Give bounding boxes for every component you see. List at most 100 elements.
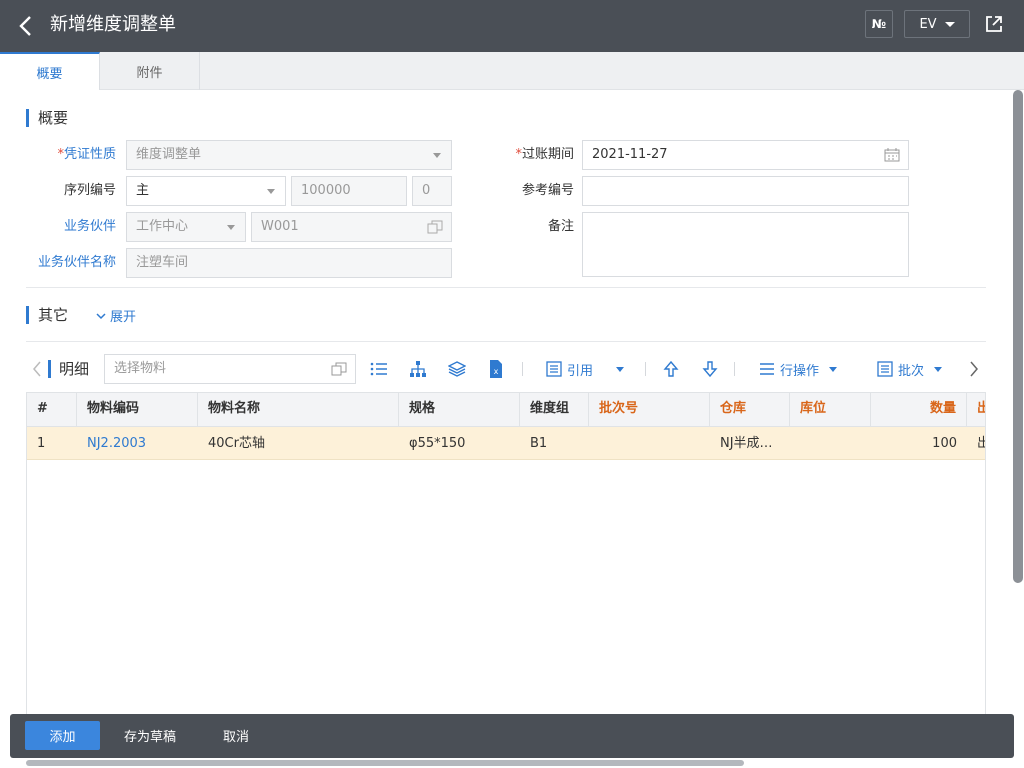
chevron-right-icon[interactable] <box>969 361 979 377</box>
numbering-button[interactable]: № <box>865 10 893 38</box>
toolbar-separator <box>522 362 523 376</box>
page-title: 新增维度调整单 <box>50 14 176 35</box>
list-icon[interactable] <box>370 360 388 378</box>
voucher-type-select[interactable]: 维度调整单 <box>126 140 452 170</box>
tab-bar: 概要 附件 <box>0 52 1024 90</box>
serial-suffix-input[interactable]: 0 <box>412 176 452 206</box>
column-header-quantity[interactable]: 数量 <box>871 393 967 427</box>
section-title-overview: 概要 <box>26 109 68 127</box>
chevron-left-icon[interactable] <box>32 361 42 377</box>
posting-period-label: *过账期间 <box>490 140 574 170</box>
divider <box>26 341 986 342</box>
vertical-scrollbar[interactable] <box>1013 90 1023 583</box>
chevron-down-icon <box>944 21 955 27</box>
partner-code-input[interactable]: W001 <box>251 212 452 242</box>
back-arrow-icon[interactable] <box>14 12 38 40</box>
detail-grid: # 物料编码 物料名称 规格 维度组 批次号 仓库 库位 数量 出 1 NJ2.… <box>26 392 986 722</box>
cancel-button[interactable]: 取消 <box>210 721 262 750</box>
column-header-location[interactable]: 库位 <box>790 393 871 427</box>
partner-name-input[interactable]: 注塑车间 <box>126 248 452 278</box>
posting-period-value: 2021-11-27 <box>592 147 668 162</box>
column-header-index[interactable]: # <box>27 393 77 427</box>
row-dimension-group: B1 <box>530 436 548 451</box>
chevron-down-icon <box>227 225 235 230</box>
posting-period-label-text: 过账期间 <box>521 147 574 162</box>
row-index: 1 <box>37 436 46 451</box>
voucher-type-label: *凭证性质 <box>30 140 116 170</box>
remark-textarea[interactable] <box>582 212 909 277</box>
voucher-type-label-text: 凭证性质 <box>63 147 116 162</box>
batch-button[interactable]: 批次 <box>877 352 943 386</box>
title-bar: 新增维度调整单 № EV <box>0 0 1024 52</box>
column-header-material-code[interactable]: 物料编码 <box>77 393 198 427</box>
material-search-placeholder: 选择物料 <box>114 361 167 376</box>
row-quantity[interactable]: 100 <box>871 427 967 460</box>
tab-attachments[interactable]: 附件 <box>100 52 200 90</box>
voucher-type-value: 维度调整单 <box>136 147 202 162</box>
chevron-down-icon <box>267 189 275 194</box>
partner-code-placeholder: W001 <box>261 219 299 234</box>
row-material-code[interactable]: NJ2.2003 <box>77 427 198 460</box>
hierarchy-icon[interactable] <box>409 360 427 378</box>
move-up-icon[interactable] <box>662 360 680 378</box>
document-icon <box>546 361 562 377</box>
column-header-warehouse[interactable]: 仓库 <box>710 393 790 427</box>
detail-title: 明细 <box>48 360 89 378</box>
horizontal-scrollbar[interactable] <box>26 760 744 766</box>
copy-icon[interactable] <box>427 220 443 234</box>
row-operations-label: 行操作 <box>780 363 820 379</box>
table-row[interactable]: 1 NJ2.2003 40Cr芯轴 φ55*150 B1 NJ半成… 100 出 <box>27 427 985 460</box>
column-header-spec[interactable]: 规格 <box>399 393 520 427</box>
row-spec: φ55*150 <box>409 436 466 451</box>
posting-period-date-input[interactable]: 2021-11-27 <box>582 140 909 170</box>
tab-overview[interactable]: 概要 <box>0 52 100 90</box>
serial-number-input[interactable]: 100000 <box>291 176 407 206</box>
ev-label: EV <box>919 16 937 32</box>
cite-button[interactable]: 引用 <box>546 352 593 386</box>
toolbar-separator <box>645 362 646 376</box>
document-icon <box>877 361 893 377</box>
toolbar-separator <box>734 362 735 376</box>
chevron-down-icon <box>616 366 624 372</box>
chevron-down-icon <box>96 312 106 319</box>
row-batch[interactable] <box>589 427 710 460</box>
column-header-out[interactable]: 出 <box>967 393 985 427</box>
remark-label: 备注 <box>547 219 574 234</box>
share-export-icon[interactable] <box>984 14 1004 34</box>
row-out: 出 <box>967 427 985 460</box>
serial-series-select[interactable]: 主 <box>126 176 286 206</box>
save-draft-button[interactable]: 存为草稿 <box>115 721 185 750</box>
excel-icon[interactable]: x <box>489 359 503 379</box>
chevron-down-icon <box>829 366 838 372</box>
row-location[interactable] <box>790 427 871 460</box>
ev-dropdown-button[interactable]: EV <box>904 10 970 38</box>
menu-icon <box>760 363 774 375</box>
action-bar: 添加 存为草稿 取消 <box>10 714 1014 758</box>
partner-type-select[interactable]: 工作中心 <box>126 212 246 242</box>
chevron-down-icon <box>934 366 943 372</box>
grid-header: # 物料编码 物料名称 规格 维度组 批次号 仓库 库位 数量 出 <box>27 393 985 427</box>
serial-series-value: 主 <box>136 183 150 198</box>
divider <box>26 287 986 288</box>
partner-name-label: 业务伙伴名称 <box>37 255 116 270</box>
copy-icon[interactable] <box>331 362 347 376</box>
column-header-dimension-group[interactable]: 维度组 <box>520 393 589 427</box>
row-warehouse[interactable]: NJ半成… <box>710 427 790 460</box>
batch-label: 批次 <box>898 363 925 379</box>
column-header-material-name[interactable]: 物料名称 <box>198 393 399 427</box>
material-search-input[interactable]: 选择物料 <box>104 354 356 384</box>
move-down-icon[interactable] <box>701 360 719 378</box>
detail-toolbar: 明细 选择物料 x 引用 行操作 批次 <box>26 352 986 386</box>
column-header-batch[interactable]: 批次号 <box>589 393 710 427</box>
reference-input[interactable] <box>582 176 909 206</box>
expand-toggle[interactable]: 展开 <box>96 306 136 325</box>
expand-label: 展开 <box>110 310 137 325</box>
svg-text:x: x <box>494 367 499 376</box>
add-button[interactable]: 添加 <box>25 721 100 750</box>
row-operations-button[interactable]: 行操作 <box>759 352 838 386</box>
layers-icon[interactable] <box>448 360 466 378</box>
cite-dropdown-button[interactable] <box>606 352 624 386</box>
partner-label: 业务伙伴 <box>63 219 116 234</box>
calendar-icon[interactable] <box>884 148 900 162</box>
reference-label: 参考编号 <box>521 183 574 198</box>
